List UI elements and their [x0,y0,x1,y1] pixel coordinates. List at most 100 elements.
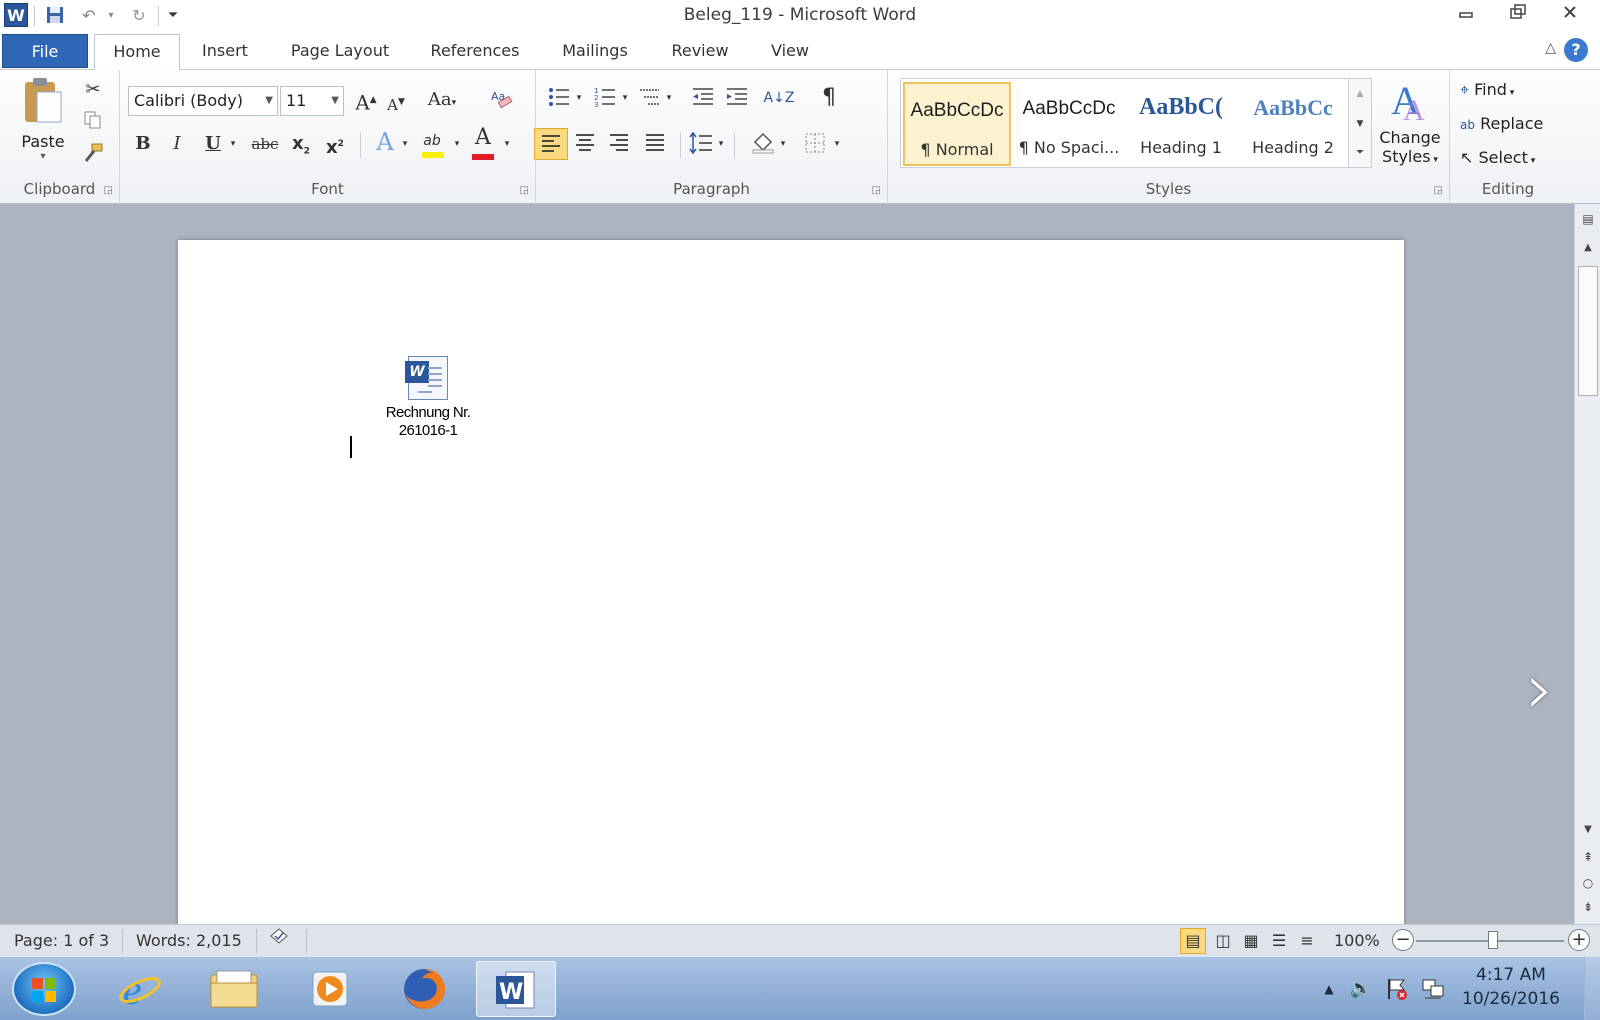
multilevel-list-icon[interactable] [636,86,662,115]
paste-button[interactable]: Paste ▾ [10,76,76,176]
draft-view-icon[interactable]: ≡ [1294,925,1320,956]
borders-dropdown-icon[interactable]: ▾ [830,132,844,156]
restore-button[interactable] [1496,2,1540,28]
firefox-icon[interactable] [384,961,464,1017]
scroll-up-icon[interactable]: ▲ [1578,242,1598,253]
minimize-button[interactable] [1444,2,1488,28]
paragraph-launcher-icon[interactable]: ◲ [872,185,881,196]
bullets-icon[interactable] [546,86,572,115]
zoom-level[interactable]: 100% [1334,925,1380,956]
sort-button[interactable]: A↓Z [762,86,796,110]
format-painter-icon[interactable] [80,142,106,171]
tab-view[interactable]: View [760,34,820,70]
font-size-combo[interactable]: 11 ▼ [280,86,344,116]
justify-icon[interactable] [642,132,668,161]
superscript-button[interactable]: x2 [320,132,350,160]
cut-icon[interactable]: ✂ [80,78,106,102]
microsoft-word-taskbar-icon[interactable]: W [476,961,556,1017]
replace-button[interactable]: ab Replace [1460,110,1564,138]
word-count[interactable]: Words: 2,015 [136,925,242,956]
style-heading-2[interactable]: AaBbCc Heading 2 [1239,82,1347,166]
font-launcher-icon[interactable]: ◲ [520,185,529,196]
italic-button[interactable]: I [164,132,190,156]
line-spacing-dropdown-icon[interactable]: ▾ [714,132,728,156]
select-button[interactable]: ↖ Select ▾ [1460,144,1564,172]
style-heading-1[interactable]: AaBbC( Heading 1 [1127,82,1235,166]
vertical-scrollbar[interactable]: ▤ ▲ ▼ ⇞ ○ ⇟ [1574,204,1600,924]
bullets-dropdown-icon[interactable]: ▾ [572,86,586,110]
system-clock[interactable]: 4:17 AM 10/26/2016 [1456,963,1566,1011]
browse-object-icon[interactable]: ○ [1578,876,1598,890]
copy-icon[interactable] [80,110,106,137]
change-styles-button[interactable]: A A Change Styles ▾ [1376,76,1444,176]
gallery-up-icon[interactable]: ▲ [1349,79,1371,109]
minimize-ribbon-icon[interactable]: △ [1545,40,1556,56]
internet-explorer-icon[interactable]: e [100,961,180,1017]
numbering-icon[interactable]: 123 [592,86,618,115]
page-count[interactable]: Page: 1 of 3 [14,925,109,956]
print-layout-icon[interactable]: ▤ [1180,928,1206,954]
help-icon[interactable]: ? [1564,38,1588,62]
clipboard-launcher-icon[interactable]: ◲ [104,185,113,196]
text-effects-icon[interactable]: A [370,130,400,154]
strikethrough-button[interactable]: abc [248,132,282,156]
highlight-dropdown-icon[interactable]: ▾ [450,132,464,156]
clear-formatting-icon[interactable]: Aa [486,86,516,117]
tab-mailings[interactable]: Mailings [550,34,640,70]
tab-insert[interactable]: Insert [190,34,260,70]
decrease-indent-icon[interactable] [688,86,718,115]
align-left-icon[interactable] [534,128,568,160]
scrollbar-thumb[interactable] [1578,266,1598,396]
tab-review[interactable]: Review [660,34,740,70]
start-button[interactable] [12,962,76,1016]
numbering-dropdown-icon[interactable]: ▾ [618,86,632,110]
document-page[interactable]: W Rechnung Nr. 261016-1 [178,240,1404,940]
tab-file[interactable]: File [2,34,88,68]
previous-page-icon[interactable]: ⇞ [1578,850,1598,864]
action-center-icon[interactable] [1382,957,1412,1020]
subscript-button[interactable]: x2 [286,132,316,164]
font-color-dropdown-icon[interactable]: ▾ [500,132,514,156]
change-case-button[interactable]: Aa▾ [422,88,462,115]
outline-view-icon[interactable]: ☰ [1266,925,1292,956]
shrink-font-button[interactable]: A▼ [382,90,410,117]
show-desktop-button[interactable] [1584,957,1600,1020]
line-spacing-icon[interactable] [686,131,716,161]
find-button[interactable]: ⌖ Find ▾ [1460,76,1564,104]
font-color-button[interactable]: A [468,126,498,160]
underline-dropdown-icon[interactable]: ▾ [226,132,240,156]
show-hidden-icons-icon[interactable]: ▲ [1316,957,1342,1020]
embedded-word-object[interactable]: W Rechnung Nr. 261016-1 [372,356,484,440]
style-normal[interactable]: AaBbCcDc ¶ Normal [903,82,1011,166]
next-page-arrow-icon[interactable]: › [1526,654,1554,724]
network-icon[interactable] [1418,957,1448,1020]
media-player-icon[interactable] [290,961,370,1017]
tab-references[interactable]: References [420,34,530,70]
ruler-toggle-icon[interactable]: ▤ [1578,212,1598,226]
highlight-button[interactable]: ab [416,128,448,158]
shading-dropdown-icon[interactable]: ▾ [776,132,790,156]
tab-page-layout[interactable]: Page Layout [280,34,400,70]
web-layout-icon[interactable]: ▦ [1238,925,1264,956]
gallery-down-icon[interactable]: ▼ [1349,109,1371,139]
styles-launcher-icon[interactable]: ◲ [1434,185,1443,196]
file-explorer-icon[interactable] [194,961,274,1017]
multilevel-dropdown-icon[interactable]: ▾ [662,86,676,110]
gallery-more-icon[interactable]: ⏷ [1349,139,1371,167]
proofing-icon[interactable] [266,925,292,956]
bold-button[interactable]: B [130,132,156,156]
style-no-spacing[interactable]: AaBbCcDc ¶ No Spaci... [1015,82,1123,166]
shading-icon[interactable] [748,130,778,161]
increase-indent-icon[interactable] [722,86,752,115]
close-button[interactable] [1548,2,1592,28]
grow-font-button[interactable]: A▲ [352,88,380,115]
zoom-slider-thumb[interactable] [1488,931,1498,949]
full-screen-reading-icon[interactable]: ◫ [1210,925,1236,956]
font-name-combo[interactable]: Calibri (Body) ▼ [128,86,278,116]
borders-icon[interactable] [800,132,830,161]
text-effects-dropdown-icon[interactable]: ▾ [398,132,412,156]
volume-icon[interactable]: 🔈 [1346,957,1376,1020]
tab-home[interactable]: Home [94,34,180,71]
underline-button[interactable]: U [200,132,226,156]
paste-dropdown-icon[interactable]: ▾ [10,151,76,162]
